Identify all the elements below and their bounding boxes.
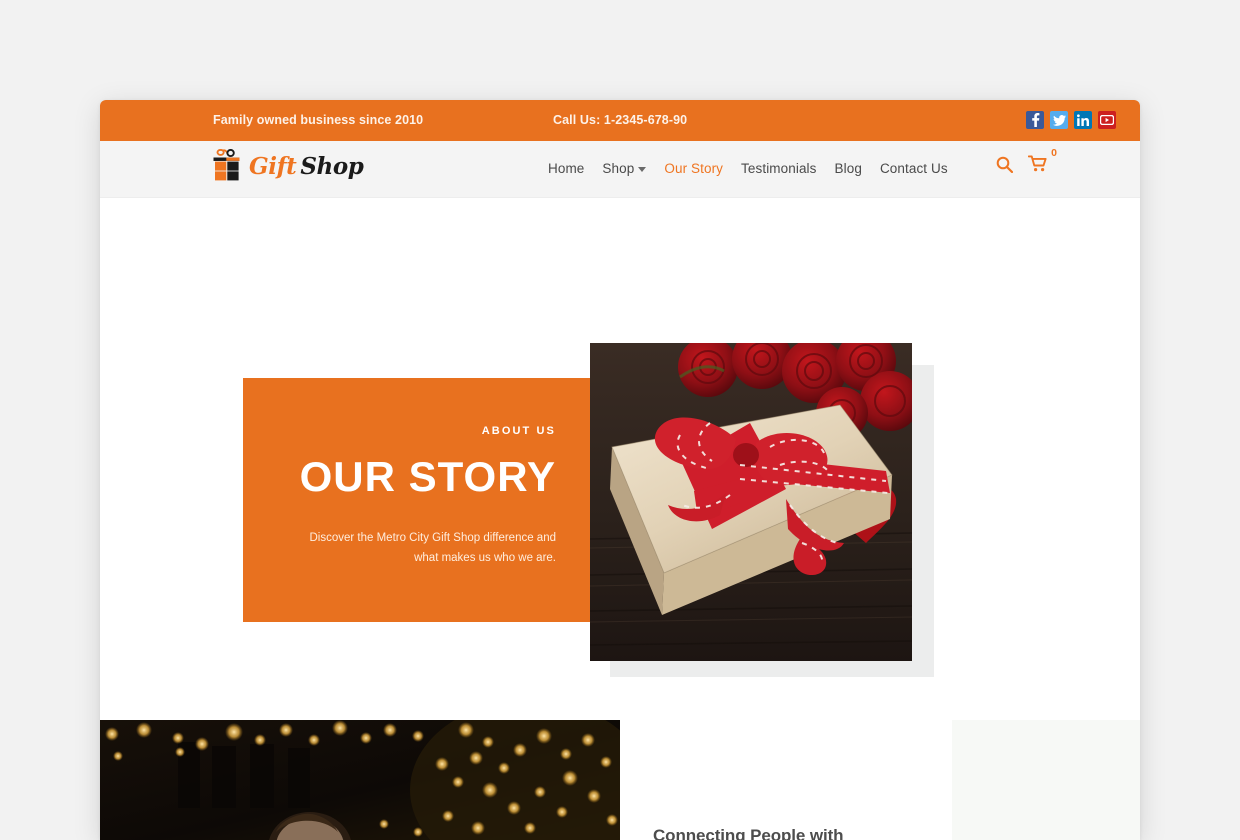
nav-label: Shop — [602, 161, 635, 176]
search-button[interactable] — [996, 156, 1013, 173]
page-content: ABOUT US OUR STORY Discover the Metro Ci… — [100, 198, 1140, 840]
nav-item-shop[interactable]: Shop — [602, 161, 647, 176]
gift-box-photo — [590, 343, 912, 661]
hero-subtitle: Discover the Metro City Gift Shop differ… — [309, 532, 556, 565]
nav-label: Contact Us — [879, 161, 948, 176]
nav-label: Home — [548, 161, 585, 176]
linkedin-icon[interactable] — [1074, 111, 1092, 129]
nav-item-contact-us[interactable]: Contact Us — [880, 161, 948, 176]
tagline-text: Family owned business since 2010 — [213, 113, 424, 127]
nav-label: Testimonials — [741, 161, 817, 176]
christmas-lights-photo — [100, 720, 620, 840]
logo-word-gift: Gift — [249, 152, 297, 180]
nav-item-our-story[interactable]: Our Story — [664, 161, 723, 176]
chevron-down-icon — [638, 167, 647, 172]
nav-menu: Home Shop Our Story Testimonials Blog Co… — [548, 161, 948, 176]
nav-item-testimonials[interactable]: Testimonials — [741, 161, 816, 176]
feature-image[interactable] — [100, 720, 620, 840]
feature-copy: Connecting People with thousands Gifts a… — [653, 823, 931, 840]
phone-text: Call Us: 1-2345-678-90 — [553, 113, 688, 127]
nav-item-blog[interactable]: Blog — [835, 161, 862, 176]
hero-eyebrow: ABOUT US — [481, 425, 556, 437]
page-title: OUR STORY — [299, 453, 556, 500]
facebook-icon[interactable] — [1026, 111, 1044, 129]
browser-window: Family owned business since 2010 Call Us… — [100, 100, 1140, 840]
logo-wordmark: Gift Shop — [249, 152, 364, 180]
logo-word-shop: Shop — [300, 152, 364, 180]
top-utility-bar: Family owned business since 2010 Call Us… — [100, 100, 1140, 141]
nav-label: Blog — [834, 161, 862, 176]
search-icon — [996, 156, 1013, 173]
feature-heading: Connecting People with thousands Gifts a… — [653, 826, 844, 840]
shopping-cart-icon — [1028, 155, 1047, 172]
hero-image[interactable] — [590, 343, 912, 661]
twitter-icon[interactable] — [1050, 111, 1068, 129]
youtube-icon[interactable] — [1098, 111, 1116, 129]
cart-count-badge: 0 — [1051, 147, 1057, 159]
social-links — [1026, 111, 1116, 129]
nav-item-home[interactable]: Home — [548, 161, 584, 176]
feature-tint-panel — [952, 720, 1140, 840]
nav-label: Our Story — [664, 161, 724, 176]
hero-copy-panel: ABOUT US OUR STORY Discover the Metro Ci… — [243, 378, 600, 622]
main-navigation-bar: Gift Shop Home Shop Our Story Testimonial… — [100, 141, 1140, 198]
cart-button[interactable]: 0 — [1028, 148, 1057, 173]
gift-box-icon — [213, 149, 240, 181]
nav-actions: 0 — [996, 148, 1057, 173]
site-logo[interactable]: Gift Shop — [212, 149, 364, 183]
